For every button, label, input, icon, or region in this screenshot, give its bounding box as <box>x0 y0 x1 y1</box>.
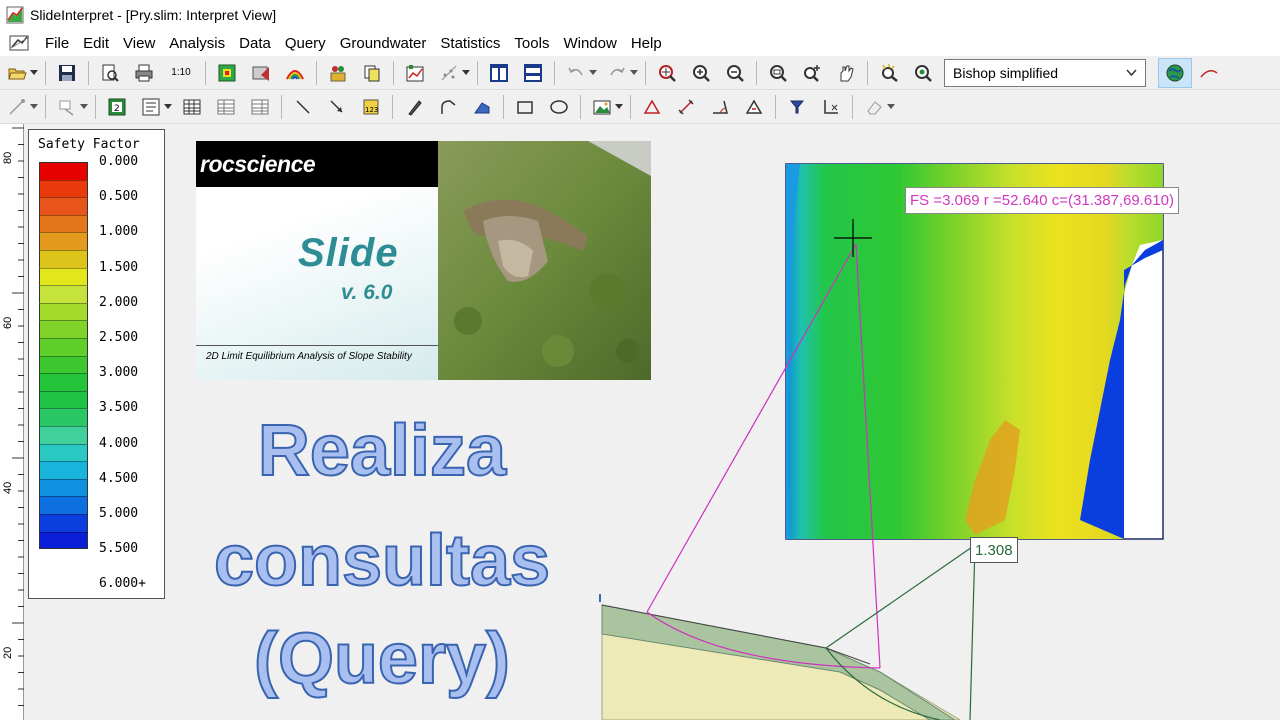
query-fs-readout[interactable]: FS =3.069 r =52.640 c=(31.387,69.610) <box>905 187 1179 214</box>
rocscience-logo: rocscience <box>200 151 316 177</box>
overlay-line-1: Realiza <box>257 410 507 492</box>
overlay-line-3: (Query) <box>253 618 511 700</box>
landslide-photo <box>438 141 651 380</box>
splash-text-panel: rocscience Slide v. 6.0 2D Limit Equilib… <box>196 141 438 380</box>
splash-divider <box>196 345 438 346</box>
slide-interpret-window: SlideInterpret - [Pry.slim: Interpret Vi… <box>0 0 1280 720</box>
minimum-fs-label[interactable]: 1.308 <box>970 537 1018 563</box>
splash-product-name: Slide <box>298 231 399 275</box>
minimum-radius-line-right <box>969 544 976 720</box>
splash-version: v. 6.0 <box>341 281 393 304</box>
minimum-radius-line-left <box>825 544 976 649</box>
splash-subtitle: 2D Limit Equilibrium Analysis of Slope S… <box>206 351 412 362</box>
overlay-line-2: consultas <box>213 520 551 602</box>
slide-splash-image: rocscience Slide v. 6.0 2D Limit Equilib… <box>196 141 651 380</box>
